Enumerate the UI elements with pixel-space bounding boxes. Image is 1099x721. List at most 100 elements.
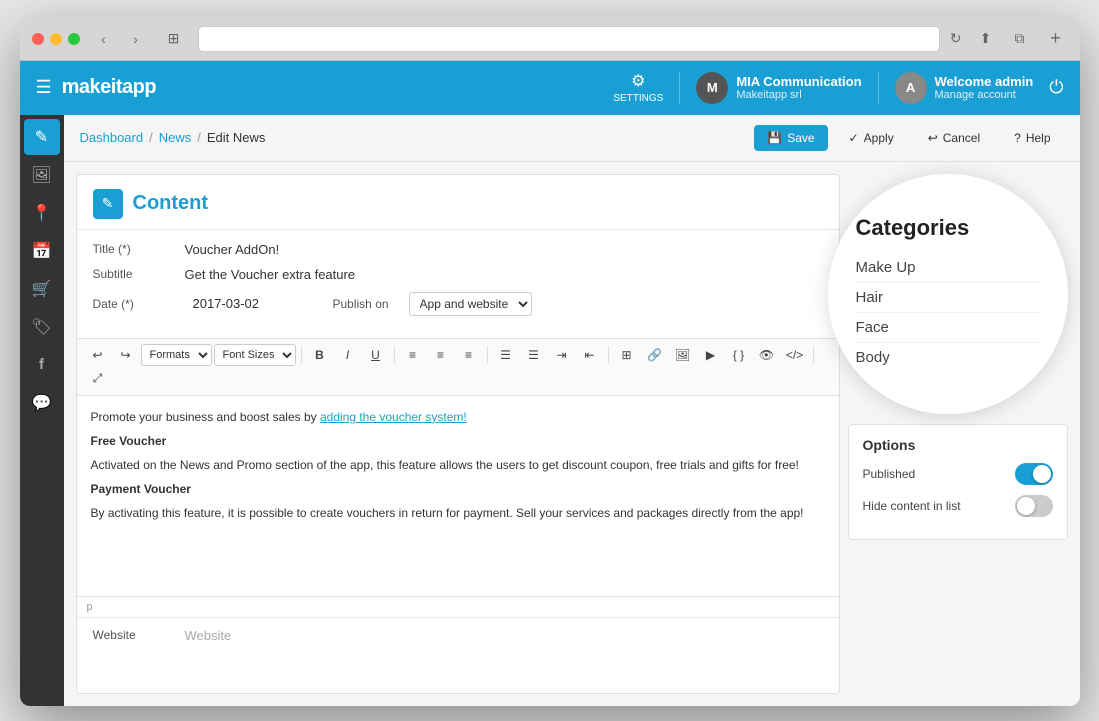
sidebar-item-cart[interactable]: 🛒 [24,271,60,307]
underline-button[interactable]: U [363,344,389,366]
source-button[interactable]: </> [782,344,808,366]
categories-panel: Categories Make Up Hair Face Body [828,174,1068,414]
share-button[interactable]: ⬆ [972,27,1000,51]
publish-select[interactable]: App and websiteApp onlyWebsite only [409,292,532,316]
title-row: Title (*) Voucher AddOn! [93,242,823,257]
published-toggle[interactable] [1015,463,1053,485]
breadcrumb-current: Edit News [207,130,266,145]
formats-dropdown[interactable]: Formats [141,344,212,366]
toolbar-sep1 [301,346,302,364]
subtitle-value: Get the Voucher extra feature [185,267,823,282]
ordered-list-button[interactable]: ☰ [521,344,547,366]
indent-button[interactable]: ⇥ [549,344,575,366]
toolbar-sep2 [394,346,395,364]
address-bar[interactable] [198,26,940,52]
title-label: Title (*) [93,242,173,256]
category-face[interactable]: Face [856,313,1040,343]
outdent-button[interactable]: ⇤ [577,344,603,366]
sidebar-item-location[interactable]: 📍 [24,195,60,231]
table-button[interactable]: ⊞ [614,344,640,366]
bold-button[interactable]: B [307,344,333,366]
save-button[interactable]: 💾 Save [754,125,827,151]
publish-label: Publish on [333,297,389,311]
editor-footer: p [77,596,839,617]
redo-toolbar-button[interactable]: ↪ [113,344,139,366]
close-traffic-light[interactable] [32,33,44,45]
breadcrumb: Dashboard / News / Edit News [80,130,266,145]
page-body: ✎ Content Title (*) Voucher AddOn! Subti… [64,162,1080,706]
form-area: ✎ Content Title (*) Voucher AddOn! Subti… [76,174,840,694]
reload-button[interactable]: ↻ [950,30,962,47]
toolbar-sep5 [813,346,814,364]
content-edit-icon: ✎ [93,189,123,219]
settings-button[interactable]: ⚙ SETTINGS [613,71,663,104]
sidebar-item-images[interactable]: 🖼 [24,157,60,193]
maximize-traffic-light[interactable] [68,33,80,45]
link-button[interactable]: 🔗 [642,344,668,366]
main-layout: ✎ 🖼 📍 📅 🛒 🏷 f 💬 Dashboard / News / [20,115,1080,706]
sidebar-item-edit[interactable]: ✎ [24,119,60,155]
fullscreen-button[interactable]: ⤢ [85,368,111,390]
help-button[interactable]: ? Help [1001,125,1063,151]
new-tab-button[interactable]: + [1044,27,1068,51]
editor-toolbar: ↩ ↪ Formats Font Sizes B I U [77,338,839,396]
italic-button[interactable]: I [335,344,361,366]
breadcrumb-bar: Dashboard / News / Edit News 💾 Save ✓ [64,115,1080,162]
breadcrumb-news[interactable]: News [159,130,192,145]
breadcrumb-actions: 💾 Save ✓ Apply ↩ Cancel ? [754,125,1063,151]
logout-button[interactable]: ⏻ [1049,77,1063,98]
sidebar-item-tags[interactable]: 🏷 [24,309,60,345]
editor-content[interactable]: Promote your business and boost sales by… [77,396,839,596]
embed-button[interactable]: { } [726,344,752,366]
toggle-knob-hide [1017,497,1035,515]
forward-button[interactable]: › [122,27,150,51]
sidebar-item-calendar[interactable]: 📅 [24,233,60,269]
nav-buttons: ‹ › [90,27,150,51]
category-makeup[interactable]: Make Up [856,253,1040,283]
sidebar-toggle-button[interactable]: ⊞ [160,27,188,51]
hide-content-label: Hide content in list [863,499,961,513]
company-name: MIA Communication [736,74,861,89]
gear-icon: ⚙ [631,71,645,91]
editor-tag: p [87,601,93,613]
image-button[interactable]: 🖼 [670,344,696,366]
minimize-traffic-light[interactable] [50,33,62,45]
align-left-button[interactable]: ≡ [400,344,426,366]
browser-actions: ⬆ ⧉ [972,27,1034,51]
breadcrumb-sep1: / [149,130,153,145]
website-row: Website Website [77,617,839,653]
undo-icon: ↩ [928,131,938,145]
browser-chrome: ‹ › ⊞ ↻ ⬆ ⧉ + [20,16,1080,61]
preview-button[interactable]: 👁 [754,344,780,366]
hide-content-toggle[interactable] [1015,495,1053,517]
hamburger-button[interactable]: ☰ [36,77,52,98]
company-info: MIA Communication Makeitapp srl [736,74,861,101]
app-container: ☰ makeitapp ⚙ SETTINGS M MIA Communicati… [20,61,1080,706]
traffic-lights [32,33,80,45]
align-center-button[interactable]: ≡ [428,344,454,366]
cancel-button[interactable]: ↩ Cancel [915,125,993,151]
sidebar-item-facebook[interactable]: f [24,347,60,383]
content-header: ✎ Content [77,175,839,230]
toggle-knob-published [1033,465,1051,483]
apply-button[interactable]: ✓ Apply [836,125,907,151]
duplicate-button[interactable]: ⧉ [1006,27,1034,51]
check-icon: ✓ [849,131,859,145]
align-right-button[interactable]: ≡ [456,344,482,366]
toolbar-sep4 [608,346,609,364]
breadcrumb-dashboard[interactable]: Dashboard [80,130,144,145]
media-button[interactable]: ▶ [698,344,724,366]
website-input[interactable]: Website [185,628,232,643]
category-hair[interactable]: Hair [856,283,1040,313]
bullet-list-button[interactable]: ☰ [493,344,519,366]
category-body[interactable]: Body [856,343,1040,372]
content-title: Content [133,192,209,215]
website-label: Website [93,628,173,642]
back-button[interactable]: ‹ [90,27,118,51]
nav-right: ⚙ SETTINGS M MIA Communication Makeitapp… [613,71,1063,104]
font-sizes-dropdown[interactable]: Font Sizes [214,344,296,366]
undo-toolbar-button[interactable]: ↩ [85,344,111,366]
admin-section: A Welcome admin Manage account ⏻ [878,72,1064,104]
admin-info: Welcome admin Manage account [935,74,1034,101]
sidebar-item-chat[interactable]: 💬 [24,385,60,421]
